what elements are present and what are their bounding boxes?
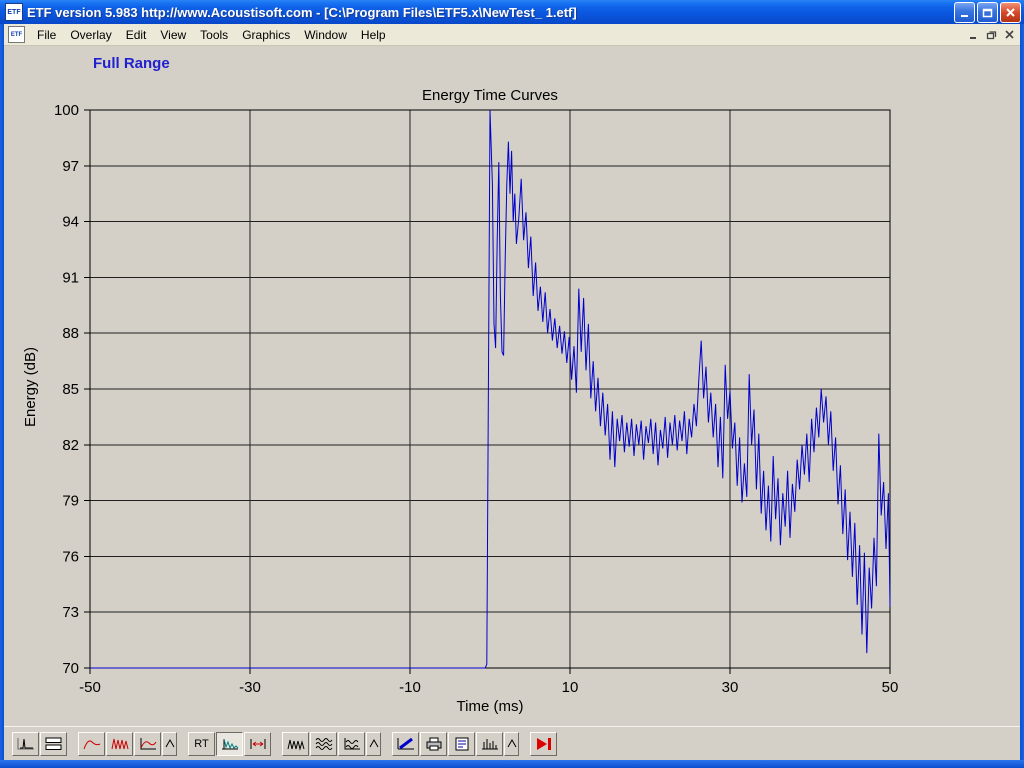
waveform-button[interactable]: [282, 731, 309, 756]
menu-item-overlay[interactable]: Overlay: [63, 26, 118, 44]
gating-icon: [250, 738, 265, 749]
svg-text:94: 94: [62, 214, 79, 231]
overlay-curves-icon: [140, 737, 156, 749]
slope-icon: [397, 737, 414, 749]
mdi-restore-button[interactable]: [983, 27, 1000, 42]
waterfall-button[interactable]: [310, 731, 337, 756]
waterfall-axis-icon: [344, 737, 360, 749]
menu-item-tools[interactable]: Tools: [193, 26, 235, 44]
maximize-button[interactable]: [977, 1, 998, 23]
title-bar[interactable]: ETF ETF version 5.983 http://www.Acousti…: [0, 0, 1024, 24]
svg-text:76: 76: [62, 548, 79, 565]
mdi-close-button[interactable]: [1001, 27, 1018, 42]
menu-bar: ETF File Overlay Edit View Tools Graphic…: [4, 24, 1020, 46]
toolbar: RT: [4, 726, 1020, 760]
window-title: ETF version 5.983 http://www.Acoustisoft…: [27, 4, 577, 20]
harmonic-distortion-icon: [111, 738, 128, 749]
menu-item-file[interactable]: File: [30, 26, 63, 44]
window-border-bottom: [0, 760, 1024, 768]
overlay-options-icon: [165, 738, 174, 747]
overlay-curves-button[interactable]: [134, 731, 161, 756]
client-area: Full Range Energy Time Curves Energy (dB…: [4, 46, 1020, 726]
menu-item-edit[interactable]: Edit: [119, 26, 154, 44]
app-icon: ETF: [5, 3, 23, 21]
gating-button[interactable]: [244, 731, 271, 756]
etc-plot: -50 -30 -10 10 30 50 100 97 94 91 88 85 82 79 76 73 70: [54, 102, 899, 696]
window-border-right: [1020, 24, 1024, 768]
harmonic-distortion-button[interactable]: [106, 731, 133, 756]
minimize-icon: [961, 14, 968, 17]
svg-text:88: 88: [62, 325, 79, 342]
printer-icon: [426, 737, 441, 750]
waterfall-axis-button[interactable]: [338, 731, 365, 756]
reverb-time-label: RT: [194, 737, 209, 750]
slope-button[interactable]: [392, 731, 419, 756]
spl-meter-button[interactable]: [476, 731, 503, 756]
time-windows-icon: [45, 737, 61, 750]
menu-item-graphics[interactable]: Graphics: [235, 26, 297, 44]
document-icon-text: ETF: [10, 31, 23, 38]
svg-text:-10: -10: [399, 679, 421, 696]
energy-time-curve-icon: [221, 738, 238, 749]
menu-item-window[interactable]: Window: [297, 26, 354, 44]
svg-text:82: 82: [62, 437, 79, 454]
menu-item-view[interactable]: View: [153, 26, 193, 44]
print-button[interactable]: [420, 731, 447, 756]
spl-options-button[interactable]: [504, 731, 519, 756]
svg-text:91: 91: [62, 269, 79, 286]
svg-text:73: 73: [62, 604, 79, 621]
frequency-response-icon: [83, 739, 100, 749]
impulse-response-button[interactable]: [12, 731, 39, 756]
window-controls: [954, 1, 1021, 23]
mdi-close-icon: [1005, 30, 1014, 39]
svg-text:85: 85: [62, 381, 79, 398]
maximize-icon: [982, 8, 993, 17]
notes-button[interactable]: [448, 731, 475, 756]
overlay-options-button[interactable]: [162, 731, 177, 756]
notes-icon: [455, 737, 468, 750]
app-icon-text: ETF: [7, 8, 21, 16]
close-icon: [1006, 7, 1015, 17]
time-windows-button[interactable]: [40, 731, 67, 756]
app-window: ETF ETF version 5.983 http://www.Acousti…: [0, 0, 1024, 768]
mdi-restore-icon: [986, 31, 997, 40]
svg-text:100: 100: [54, 102, 79, 119]
svg-text:10: 10: [562, 679, 579, 696]
mdi-minimize-icon: [970, 37, 976, 39]
svg-text:-30: -30: [239, 679, 261, 696]
waveform-icon: [287, 739, 304, 751]
svg-text:50: 50: [882, 679, 899, 696]
waterfall-icon: [315, 737, 332, 750]
impulse-response-icon: [17, 737, 34, 749]
document-icon[interactable]: ETF: [8, 26, 25, 43]
play-button[interactable]: [530, 731, 557, 756]
menu-item-help[interactable]: Help: [354, 26, 393, 44]
energy-time-curve-button[interactable]: [216, 731, 243, 756]
spl-meter-icon: [481, 738, 498, 749]
svg-text:70: 70: [62, 660, 79, 677]
reverb-time-button[interactable]: RT: [188, 731, 215, 756]
svg-text:-50: -50: [79, 679, 101, 696]
svg-text:79: 79: [62, 493, 79, 510]
waterfall-options-button[interactable]: [366, 731, 381, 756]
svg-text:30: 30: [722, 679, 739, 696]
frequency-response-button[interactable]: [78, 731, 105, 756]
waterfall-options-icon: [369, 738, 378, 747]
mdi-minimize-button[interactable]: [965, 27, 982, 42]
spl-options-icon: [507, 738, 516, 747]
minimize-button[interactable]: [954, 1, 975, 23]
close-button[interactable]: [1000, 1, 1021, 23]
play-icon: [536, 737, 551, 750]
svg-text:97: 97: [62, 158, 79, 175]
